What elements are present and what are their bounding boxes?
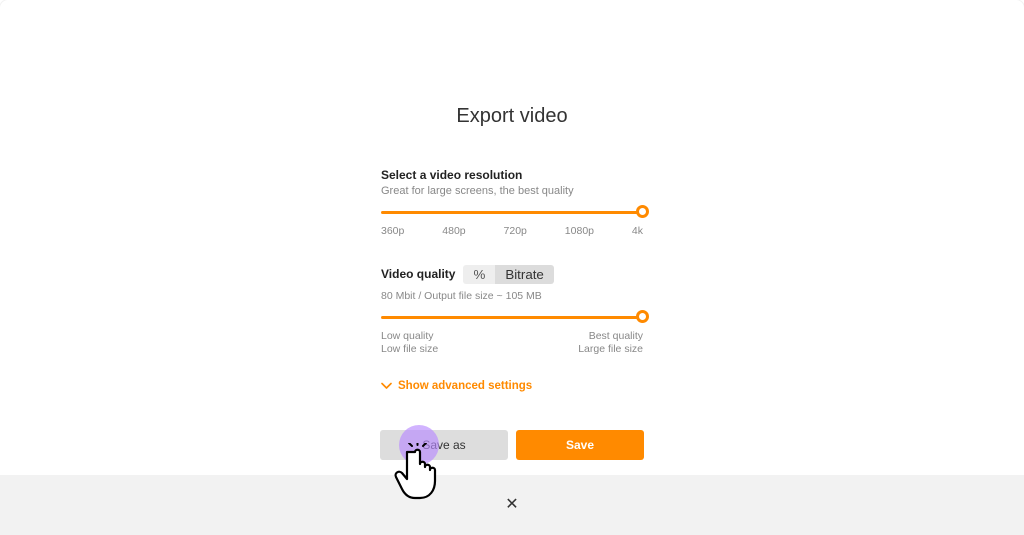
resolution-ticks: 360p 480p 720p 1080p 4k <box>381 225 643 237</box>
quality-label: Video quality <box>381 267 455 281</box>
show-advanced-settings[interactable]: Show advanced settings <box>381 380 643 392</box>
resolution-label: Select a video resolution <box>381 168 643 184</box>
resolution-slider-thumb[interactable] <box>636 205 649 218</box>
quality-max-label: Best quality Large file size <box>578 330 643 356</box>
advanced-settings-label: Show advanced settings <box>398 380 532 392</box>
quality-mode-percent[interactable]: % <box>463 265 495 284</box>
resolution-slider-track <box>381 211 643 214</box>
quality-slider-track <box>381 316 643 319</box>
close-icon[interactable]: ✕ <box>505 497 518 513</box>
quality-slider[interactable] <box>381 310 643 324</box>
dialog-buttons: Save as Save <box>0 430 1024 460</box>
quality-max-line1: Best quality <box>578 330 643 343</box>
chevron-down-icon <box>381 382 392 390</box>
quality-max-line2: Large file size <box>578 343 643 356</box>
save-as-button[interactable]: Save as <box>380 430 508 460</box>
footer-bar: ✕ <box>0 475 1024 535</box>
quality-min-label: Low quality Low file size <box>381 330 438 356</box>
dialog-title: Export video <box>456 105 567 128</box>
quality-readout: 80 Mbit / Output file size ~ 105 MB <box>381 290 643 302</box>
quality-min-line2: Low file size <box>381 343 438 356</box>
quality-mode-toggle: % Bitrate <box>463 265 553 284</box>
quality-slider-thumb[interactable] <box>636 310 649 323</box>
resolution-tick: 360p <box>381 225 404 237</box>
quality-min-line1: Low quality <box>381 330 438 343</box>
resolution-tick: 4k <box>632 225 643 237</box>
resolution-subtitle: Great for large screens, the best qualit… <box>381 185 643 197</box>
quality-mode-bitrate[interactable]: Bitrate <box>495 265 554 284</box>
save-button[interactable]: Save <box>516 430 644 460</box>
resolution-tick: 480p <box>442 225 465 237</box>
resolution-tick: 720p <box>504 225 527 237</box>
resolution-tick: 1080p <box>565 225 594 237</box>
resolution-slider[interactable] <box>381 205 643 219</box>
